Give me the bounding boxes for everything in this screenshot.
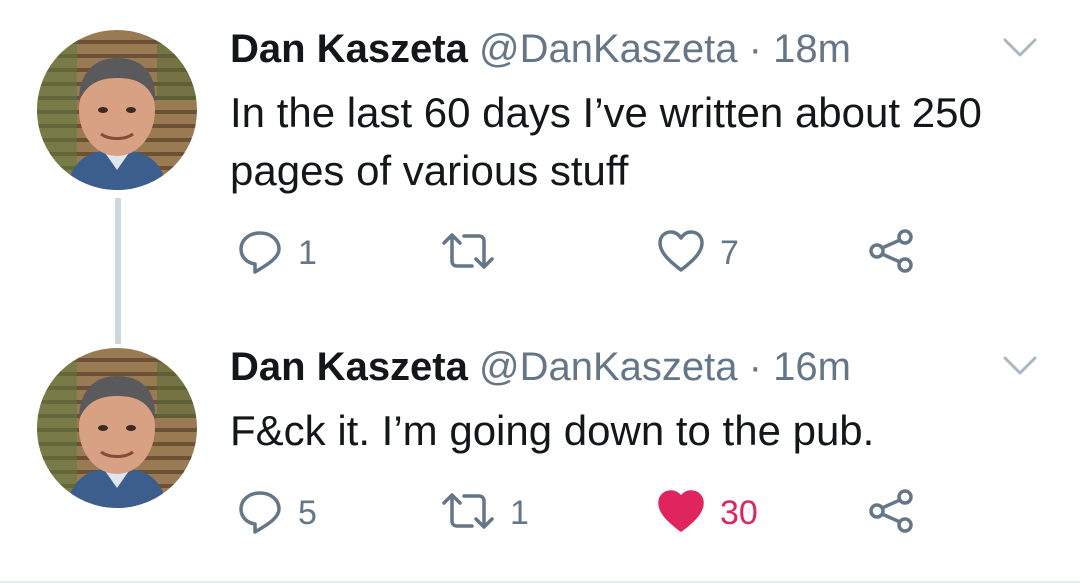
retweet-button[interactable]: 1 — [440, 488, 529, 538]
retweet-icon — [440, 227, 496, 280]
reply-button[interactable]: 1 — [236, 228, 317, 278]
reply-count: 1 — [298, 233, 317, 272]
share-icon — [866, 487, 916, 540]
heart-icon — [656, 228, 706, 279]
heart-icon — [656, 488, 706, 539]
like-count: 7 — [720, 233, 739, 272]
retweet-icon — [440, 487, 496, 540]
tweet[interactable]: Dan Kaszeta @DanKaszeta · 18m In the las… — [0, 0, 1080, 300]
reply-button[interactable]: 5 — [236, 488, 317, 538]
tweet-actions: 1 7 — [0, 0, 1080, 300]
reply-icon — [236, 227, 284, 280]
like-button[interactable]: 7 — [656, 228, 739, 278]
tweet[interactable]: Dan Kaszeta @DanKaszeta · 16m F&ck it. I… — [0, 318, 1080, 583]
tweet-actions: 5 1 30 — [0, 318, 1080, 583]
reply-count: 5 — [298, 493, 317, 532]
like-button[interactable]: 30 — [656, 488, 758, 538]
reply-icon — [236, 487, 284, 540]
share-button[interactable] — [866, 488, 916, 538]
share-icon — [866, 227, 916, 280]
retweet-button[interactable] — [440, 228, 510, 278]
like-count: 30 — [720, 493, 758, 532]
share-button[interactable] — [866, 228, 916, 278]
retweet-count: 1 — [510, 493, 529, 532]
